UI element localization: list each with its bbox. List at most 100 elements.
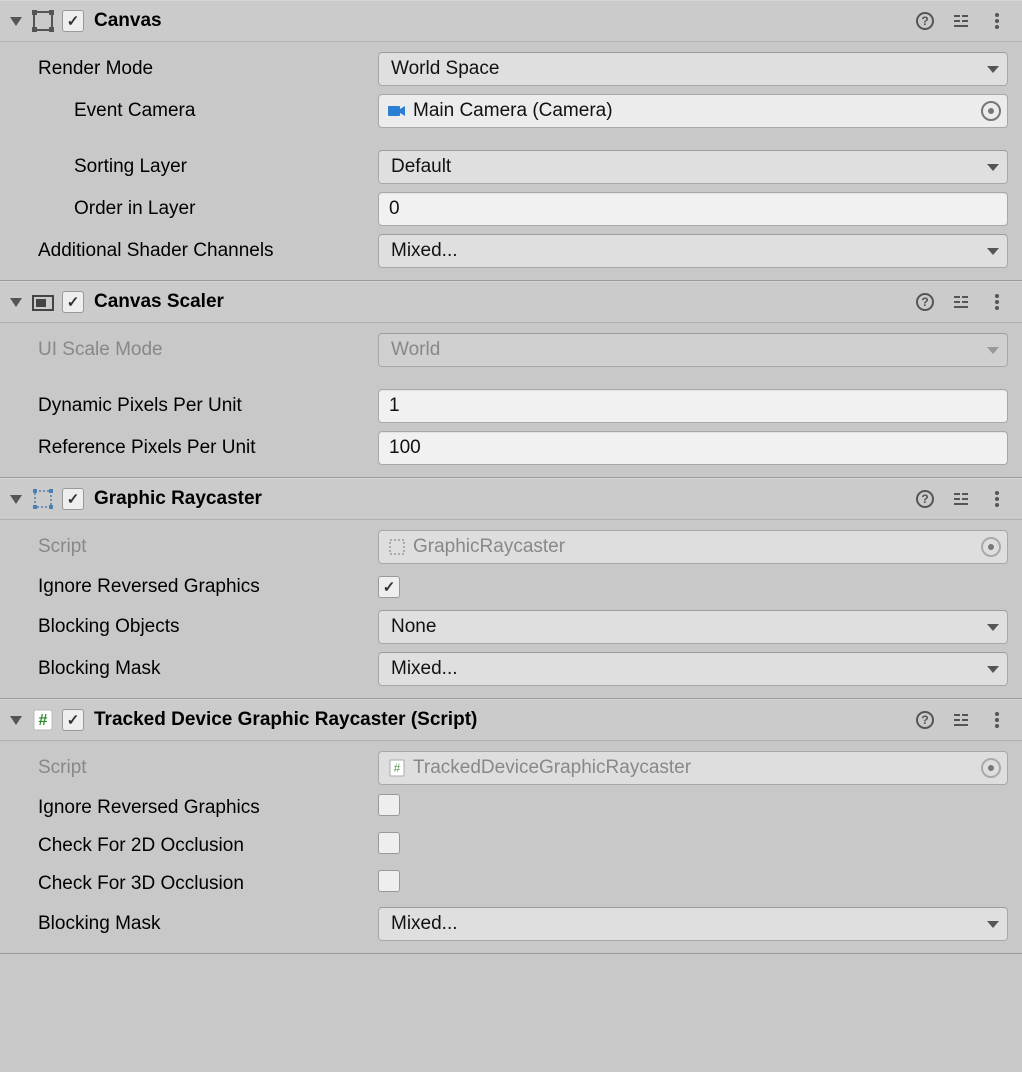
label-script: Script <box>38 536 378 558</box>
svg-text:#: # <box>39 712 48 729</box>
help-icon[interactable]: ? <box>914 709 936 731</box>
menu-icon[interactable] <box>986 488 1008 510</box>
row-ignore-reversed: Ignore Reversed Graphics <box>0 568 1022 606</box>
canvas-icon <box>30 8 56 34</box>
chevron-down-icon <box>987 347 999 354</box>
foldout-icon[interactable] <box>10 17 22 26</box>
enable-checkbox[interactable] <box>62 709 84 731</box>
svg-text:#: # <box>394 761 401 775</box>
checkbox-ignore-reversed[interactable] <box>378 576 400 598</box>
checkbox-check-2d[interactable] <box>378 832 400 854</box>
label-dynamic-ppu: Dynamic Pixels Per Unit <box>38 395 378 417</box>
checkbox-ignore-reversed[interactable] <box>378 794 400 816</box>
menu-icon[interactable] <box>986 10 1008 32</box>
canvas-scaler-icon <box>30 289 56 315</box>
help-icon[interactable]: ? <box>914 488 936 510</box>
row-blocking-mask: Blocking Mask Mixed... <box>0 903 1022 945</box>
row-shader-channels: Additional Shader Channels Mixed... <box>0 230 1022 272</box>
row-blocking-objects: Blocking Objects None <box>0 606 1022 648</box>
enable-checkbox[interactable] <box>62 291 84 313</box>
component-canvas: Canvas ? Render Mode World Space Event C… <box>0 0 1022 281</box>
row-order-in-layer: Order in Layer <box>0 188 1022 230</box>
chevron-down-icon <box>987 164 999 171</box>
label-script: Script <box>38 757 378 779</box>
row-check-2d: Check For 2D Occlusion <box>0 827 1022 865</box>
chevron-down-icon <box>987 666 999 673</box>
enable-checkbox[interactable] <box>62 10 84 32</box>
row-ui-scale-mode: UI Scale Mode World <box>0 329 1022 371</box>
row-dynamic-ppu: Dynamic Pixels Per Unit <box>0 385 1022 427</box>
preset-icon[interactable] <box>950 10 972 32</box>
object-picker-icon[interactable] <box>981 101 1001 121</box>
dropdown-blocking-mask[interactable]: Mixed... <box>378 652 1008 686</box>
svg-text:?: ? <box>921 492 928 506</box>
label-blocking-objects: Blocking Objects <box>38 616 378 638</box>
raycaster-icon <box>30 486 56 512</box>
dropdown-shader-channels[interactable]: Mixed... <box>378 234 1008 268</box>
row-script: Script GraphicRaycaster <box>0 526 1022 568</box>
camera-icon <box>387 101 407 121</box>
dropdown-blocking-mask[interactable]: Mixed... <box>378 907 1008 941</box>
menu-icon[interactable] <box>986 709 1008 731</box>
label-blocking-mask: Blocking Mask <box>38 913 378 935</box>
row-check-3d: Check For 3D Occlusion <box>0 865 1022 903</box>
enable-checkbox[interactable] <box>62 488 84 510</box>
component-title: Canvas Scaler <box>94 291 914 313</box>
dropdown-ui-scale-mode: World <box>378 333 1008 367</box>
component-canvas-scaler: Canvas Scaler ? UI Scale Mode World Dyna… <box>0 281 1022 478</box>
label-check-3d: Check For 3D Occlusion <box>38 873 378 895</box>
menu-icon[interactable] <box>986 291 1008 313</box>
preset-icon[interactable] <box>950 291 972 313</box>
row-ignore-reversed: Ignore Reversed Graphics <box>0 789 1022 827</box>
label-check-2d: Check For 2D Occlusion <box>38 835 378 857</box>
foldout-icon[interactable] <box>10 716 22 725</box>
help-icon[interactable]: ? <box>914 291 936 313</box>
foldout-icon[interactable] <box>10 298 22 307</box>
row-script: Script # TrackedDeviceGraphicRaycaster <box>0 747 1022 789</box>
row-reference-ppu: Reference Pixels Per Unit <box>0 427 1022 469</box>
foldout-icon[interactable] <box>10 495 22 504</box>
raycaster-script-icon <box>387 537 407 557</box>
component-title: Canvas <box>94 10 914 32</box>
chevron-down-icon <box>987 66 999 73</box>
component-header[interactable]: Canvas ? <box>0 0 1022 42</box>
input-reference-ppu[interactable] <box>378 431 1008 465</box>
component-header[interactable]: Graphic Raycaster ? <box>0 478 1022 520</box>
component-graphic-raycaster: Graphic Raycaster ? Script GraphicRaycas… <box>0 478 1022 699</box>
component-header[interactable]: Canvas Scaler ? <box>0 281 1022 323</box>
label-ignore-reversed: Ignore Reversed Graphics <box>38 797 378 819</box>
row-blocking-mask: Blocking Mask Mixed... <box>0 648 1022 690</box>
objectfield-event-camera[interactable]: Main Camera (Camera) <box>378 94 1008 128</box>
label-shader-channels: Additional Shader Channels <box>38 240 378 262</box>
preset-icon[interactable] <box>950 709 972 731</box>
script-icon: # <box>30 707 56 733</box>
row-sorting-layer: Sorting Layer Default <box>0 146 1022 188</box>
objectfield-script: # TrackedDeviceGraphicRaycaster <box>378 751 1008 785</box>
chevron-down-icon <box>987 624 999 631</box>
svg-text:?: ? <box>921 713 928 727</box>
component-tracked-raycaster: # Tracked Device Graphic Raycaster (Scri… <box>0 699 1022 954</box>
component-header[interactable]: # Tracked Device Graphic Raycaster (Scri… <box>0 699 1022 741</box>
label-sorting-layer: Sorting Layer <box>74 156 378 178</box>
checkbox-check-3d[interactable] <box>378 870 400 892</box>
chevron-down-icon <box>987 248 999 255</box>
help-icon[interactable]: ? <box>914 10 936 32</box>
component-title: Tracked Device Graphic Raycaster (Script… <box>94 709 914 731</box>
dropdown-render-mode[interactable]: World Space <box>378 52 1008 86</box>
svg-text:?: ? <box>921 295 928 309</box>
input-order-in-layer[interactable] <box>378 192 1008 226</box>
input-dynamic-ppu[interactable] <box>378 389 1008 423</box>
row-render-mode: Render Mode World Space <box>0 48 1022 90</box>
script-file-icon: # <box>387 758 407 778</box>
dropdown-sorting-layer[interactable]: Default <box>378 150 1008 184</box>
label-render-mode: Render Mode <box>38 58 378 80</box>
object-picker-icon <box>981 537 1001 557</box>
component-title: Graphic Raycaster <box>94 488 914 510</box>
label-ignore-reversed: Ignore Reversed Graphics <box>38 576 378 598</box>
preset-icon[interactable] <box>950 488 972 510</box>
label-reference-ppu: Reference Pixels Per Unit <box>38 437 378 459</box>
object-picker-icon <box>981 758 1001 778</box>
label-order-in-layer: Order in Layer <box>74 198 378 220</box>
dropdown-blocking-objects[interactable]: None <box>378 610 1008 644</box>
chevron-down-icon <box>987 921 999 928</box>
